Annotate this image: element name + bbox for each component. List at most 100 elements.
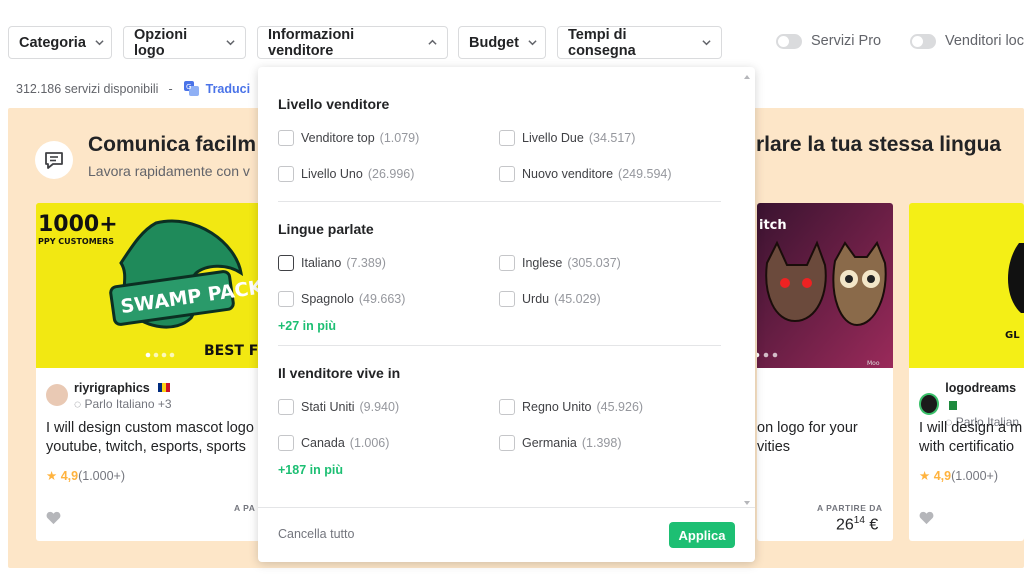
gig-title-line[interactable]: vities	[757, 438, 858, 457]
option-count: (49.663)	[358, 292, 406, 306]
star-icon: ★	[46, 469, 58, 483]
gig-title-line[interactable]: with certificatio	[919, 438, 1022, 457]
image-headline: itch	[759, 218, 787, 233]
option-urdu[interactable]: Urdu (45.029)	[499, 291, 601, 307]
option-label: Venditore top	[301, 131, 375, 145]
option-count: (305.037)	[567, 256, 621, 270]
gig-image[interactable]: GL	[909, 203, 1024, 368]
image-watermark: Moo	[867, 360, 880, 367]
option-spagnolo[interactable]: Spagnolo (49.663)	[278, 291, 405, 307]
translate-link[interactable]: Traduci	[206, 82, 250, 96]
option-venditore-top[interactable]: Venditore top (1.079)	[278, 130, 419, 146]
image-footer-text: BEST F	[204, 343, 258, 359]
checkbox[interactable]	[278, 399, 294, 415]
chevron-down-icon	[95, 38, 104, 47]
results-count-row: 312.186 servizi disponibili - G Traduci	[16, 80, 250, 97]
gig-card[interactable]: itch Moo on logo for your vities A PARTI…	[757, 203, 893, 541]
apply-button[interactable]: Applica	[669, 522, 735, 548]
checkbox[interactable]	[499, 166, 515, 182]
gig-title-line[interactable]: on logo for your	[757, 419, 858, 438]
option-livello-due[interactable]: Livello Due (34.517)	[499, 130, 635, 146]
heart-icon[interactable]	[919, 511, 934, 525]
gig-title-line[interactable]: youtube, twitch, esports, sports	[46, 438, 254, 457]
filter-categoria-button[interactable]: Categoria	[8, 26, 112, 59]
price-currency: €	[869, 516, 879, 534]
option-canada[interactable]: Canada (1.006)	[278, 435, 389, 451]
option-count: (34.517)	[588, 131, 636, 145]
checkbox[interactable]	[499, 435, 515, 451]
option-count: (26.996)	[367, 167, 415, 181]
seller-row: riyrigraphics ◌ Parlo Italiano +3	[46, 379, 172, 411]
checkbox[interactable]	[499, 291, 515, 307]
option-germania[interactable]: Germania (1.398)	[499, 435, 622, 451]
price-label: A PARTIRE DA	[817, 503, 883, 513]
option-inglese[interactable]: Inglese (305.037)	[499, 255, 621, 271]
filter-label: Budget	[469, 34, 519, 51]
chevron-down-icon	[226, 38, 235, 47]
filter-budget-button[interactable]: Budget	[458, 26, 546, 59]
filter-bar: Categoria Opzioni logo Informazioni vend…	[0, 26, 1024, 60]
option-count: (1.006)	[349, 436, 390, 450]
gig-card[interactable]: GL logodreams ◌ Parlo Italian I will des…	[909, 203, 1024, 541]
option-nuovo-venditore[interactable]: Nuovo venditore (249.594)	[499, 166, 672, 182]
scroll-down-icon[interactable]	[744, 501, 750, 505]
gig-title-line[interactable]: I will design a m	[919, 419, 1022, 438]
checkbox[interactable]	[278, 166, 294, 182]
rating-count: (1.000+)	[951, 469, 998, 483]
option-count: (249.594)	[618, 167, 672, 181]
more-countries-link[interactable]: +187 in più	[278, 463, 343, 477]
seller-info-dropdown: Livello venditore Venditore top (1.079) L…	[258, 67, 755, 562]
gig-image[interactable]: itch Moo	[757, 203, 893, 368]
clear-all-button[interactable]: Cancella tutto	[278, 527, 354, 541]
seller-language: Parlo Italiano +3	[84, 397, 172, 411]
avatar[interactable]	[46, 384, 68, 406]
checkbox[interactable]	[278, 291, 294, 307]
gig-image[interactable]: SWAMP PACKS 1000+ PPY CUSTOMERS BEST F	[36, 203, 272, 368]
rating-score: 4,9	[933, 469, 952, 483]
venditori-locali-toggle[interactable]	[910, 33, 936, 49]
rating: ★ 4,9(1.000+)	[46, 468, 125, 483]
option-regno-unito[interactable]: Regno Unito (45.926)	[499, 399, 643, 415]
speech-bubble-icon: ◌	[74, 397, 82, 411]
translate-icon[interactable]: G	[183, 80, 200, 97]
scrollbar[interactable]	[743, 75, 751, 505]
divider	[278, 345, 721, 346]
checkbox[interactable]	[278, 435, 294, 451]
gig-title[interactable]: I will design a m with certificatio	[919, 419, 1022, 457]
option-livello-uno[interactable]: Livello Uno (26.996)	[278, 166, 414, 182]
checkbox[interactable]	[278, 255, 294, 271]
banner-title-continued: rlare la tua stessa lingua	[756, 133, 1002, 156]
filter-opzioni-logo-button[interactable]: Opzioni logo	[123, 26, 246, 59]
gig-title-line[interactable]: I will design custom mascot logo	[46, 419, 254, 438]
checkbox[interactable]	[499, 399, 515, 415]
checkbox[interactable]	[499, 255, 515, 271]
option-count: (1.079)	[379, 131, 420, 145]
servizi-pro-toggle-row[interactable]: Servizi Pro	[776, 33, 881, 49]
filter-informazioni-venditore-button[interactable]: Informazioni venditore	[257, 26, 448, 59]
venditori-locali-toggle-row[interactable]: Venditori loc	[910, 33, 1024, 49]
filter-tempi-consegna-button[interactable]: Tempi di consegna	[557, 26, 722, 59]
option-stati-uniti[interactable]: Stati Uniti (9.940)	[278, 399, 399, 415]
option-count: (9.940)	[359, 400, 400, 414]
avatar[interactable]	[919, 393, 940, 415]
seller-name[interactable]: logodreams	[945, 381, 1016, 395]
checkbox[interactable]	[278, 130, 294, 146]
filter-label: Categoria	[19, 34, 86, 51]
venditori-locali-label: Venditori loc	[945, 33, 1024, 49]
dropdown-footer: Cancella tutto Applica	[258, 507, 755, 562]
filter-label: Opzioni logo	[134, 26, 188, 59]
filter-label: Informazioni venditore	[268, 26, 355, 59]
scroll-up-icon[interactable]	[744, 75, 750, 79]
heart-icon[interactable]	[46, 511, 61, 525]
servizi-pro-toggle[interactable]	[776, 33, 802, 49]
checkbox[interactable]	[499, 130, 515, 146]
banner-title: Comunica facilm	[88, 133, 257, 156]
gig-card[interactable]: SWAMP PACKS 1000+ PPY CUSTOMERS BEST F r…	[36, 203, 272, 541]
gig-title[interactable]: I will design custom mascot logo youtube…	[46, 419, 254, 457]
image-subline: PPY CUSTOMERS	[38, 237, 114, 246]
option-italiano[interactable]: Italiano (7.389)	[278, 255, 386, 271]
gig-title[interactable]: on logo for your vities	[757, 419, 858, 457]
section-title-lingue-parlate: Lingue parlate	[278, 221, 374, 237]
more-languages-link[interactable]: +27 in più	[278, 319, 336, 333]
seller-name[interactable]: riyrigraphics	[74, 381, 150, 395]
